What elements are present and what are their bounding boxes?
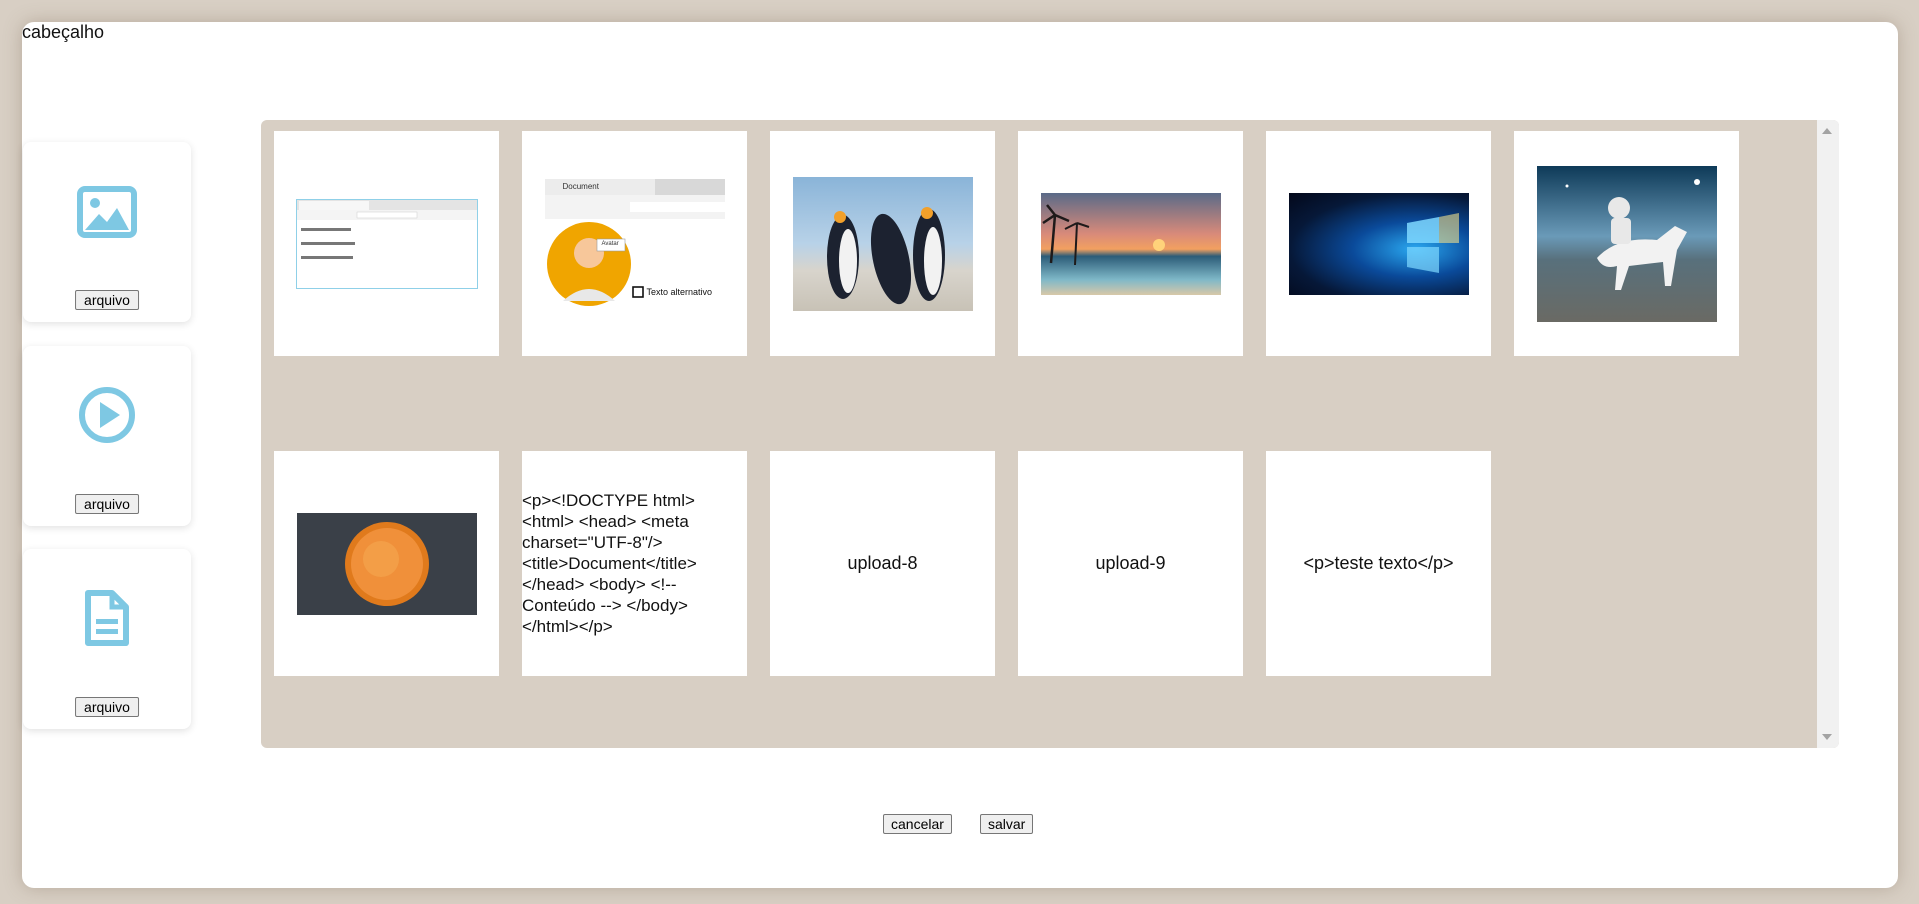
- thumb-browser-avatar: Document Avatar Texto alternativo: [544, 178, 725, 309]
- gallery-tile-1[interactable]: [274, 131, 499, 356]
- gallery-tile-9[interactable]: upload-8: [770, 451, 995, 676]
- thumb-penguins: [792, 176, 973, 311]
- gallery-tile-5[interactable]: [1266, 131, 1491, 356]
- scroll-up-arrow-icon[interactable]: [1822, 128, 1832, 134]
- avatar-alt-text: Texto alternativo: [646, 286, 713, 297]
- image-file-button[interactable]: arquivo: [75, 290, 139, 310]
- image-upload-card: arquivo: [23, 142, 191, 322]
- thumb-astronaut-horse: [1536, 165, 1717, 322]
- text-content: <p>teste texto</p>: [1303, 553, 1454, 573]
- video-upload-card: arquivo: [23, 346, 191, 526]
- broken-image-upload-8: upload-8: [847, 553, 918, 573]
- gallery-tile-4[interactable]: [1018, 131, 1243, 356]
- play-circle-icon: [78, 386, 136, 449]
- video-file-button[interactable]: arquivo: [75, 494, 139, 514]
- gallery-tile-6[interactable]: [1514, 131, 1739, 356]
- document-upload-card: arquivo: [23, 549, 191, 729]
- save-button[interactable]: salvar: [980, 814, 1034, 834]
- thumb-sunset-beach: [1040, 192, 1221, 295]
- document-icon: [84, 589, 130, 652]
- gallery-tile-3[interactable]: [770, 131, 995, 356]
- gallery-scrollbar[interactable]: [1817, 120, 1839, 748]
- avatar-tab-title: Document: [562, 181, 599, 191]
- gallery-tile-10[interactable]: upload-9: [1018, 451, 1243, 676]
- gallery-tile-7[interactable]: [274, 451, 499, 676]
- cancel-button[interactable]: cancelar: [883, 814, 952, 834]
- page-header: cabeçalho: [22, 22, 105, 42]
- image-icon: [77, 186, 137, 243]
- gallery-tile-8[interactable]: <p><!DOCTYPE html> <html> <head> <meta c…: [522, 451, 747, 676]
- broken-image-upload-9: upload-9: [1095, 553, 1166, 573]
- gallery-tile-11[interactable]: <p>teste texto</p>: [1266, 451, 1491, 676]
- gallery-tile-2[interactable]: Document Avatar Texto alternativo: [522, 131, 747, 356]
- thumb-windows-wallpaper: [1288, 192, 1469, 295]
- html-text-content: <p><!DOCTYPE html> <html> <head> <meta c…: [522, 491, 697, 636]
- scroll-down-arrow-icon[interactable]: [1822, 734, 1832, 740]
- avatar-tooltip: Avatar: [601, 240, 619, 247]
- thumb-sun: [296, 512, 477, 615]
- document-file-button[interactable]: arquivo: [75, 697, 139, 717]
- thumb-browser-document: [295, 198, 478, 289]
- media-gallery[interactable]: Document Avatar Texto alternativo <p><!D…: [261, 120, 1839, 748]
